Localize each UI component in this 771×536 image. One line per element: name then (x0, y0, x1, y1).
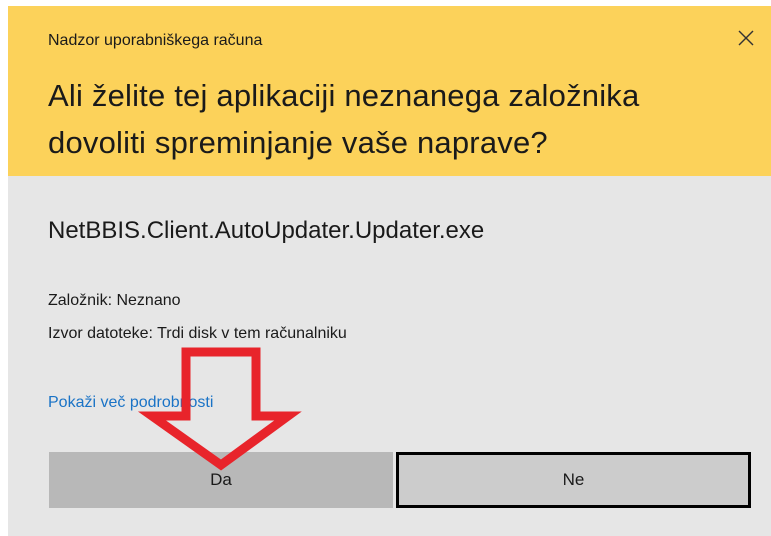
file-origin-info: Izvor datoteke: Trdi disk v tem računaln… (48, 325, 347, 342)
uac-dialog: Nadzor uporabniškega računa Ali želite t… (8, 6, 771, 536)
yes-button[interactable]: Da (49, 452, 393, 508)
yes-button-label: Da (210, 470, 232, 489)
publisher-info: Založnik: Neznano (48, 292, 181, 309)
no-button[interactable]: Ne (396, 452, 751, 508)
app-name: NetBBIS.Client.AutoUpdater.Updater.exe (48, 217, 485, 244)
show-more-details-link[interactable]: Pokaži več podrobnosti (48, 394, 213, 412)
dialog-question: Ali želite tej aplikaciji neznanega zalo… (48, 78, 640, 160)
dialog-header: Nadzor uporabniškega računa Ali želite t… (8, 6, 771, 176)
window-title: Nadzor uporabniškega računa (48, 32, 263, 49)
close-button[interactable] (730, 24, 762, 52)
close-icon (738, 30, 754, 46)
no-button-label: Ne (562, 470, 585, 489)
